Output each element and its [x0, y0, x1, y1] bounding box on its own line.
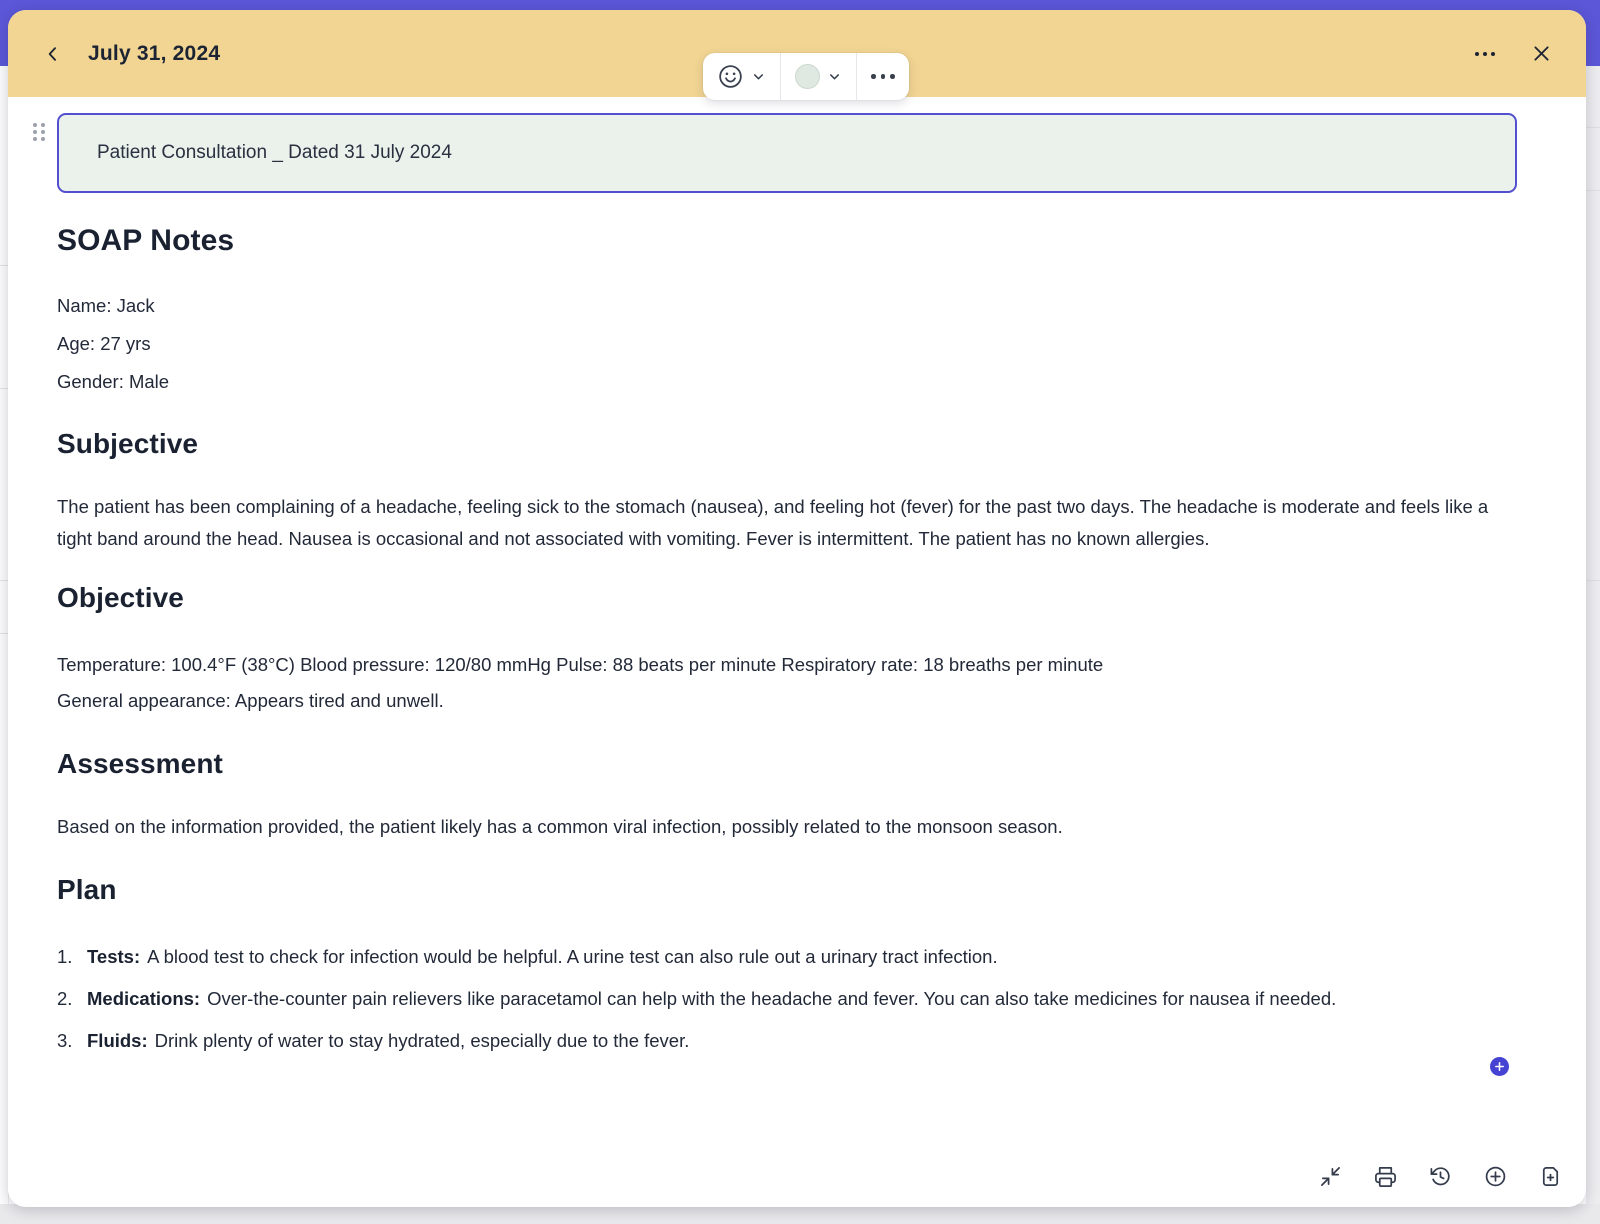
list-item-label: Medications: — [87, 988, 200, 1009]
list-item-label: Fluids: — [87, 1030, 148, 1051]
ellipsis-icon — [1475, 52, 1495, 56]
bottom-fade-overlay — [8, 1107, 1586, 1207]
emoji-picker-button[interactable] — [703, 53, 780, 100]
printer-icon — [1374, 1165, 1397, 1188]
new-page-icon — [1539, 1165, 1562, 1188]
plan-list-item: 3. Fluids: Drink plenty of water to stay … — [57, 1025, 1517, 1057]
note-toolbar — [703, 53, 909, 100]
plan-heading: Plan — [57, 873, 1517, 907]
objective-heading: Objective — [57, 581, 1517, 615]
more-options-button[interactable] — [1470, 39, 1500, 69]
ellipsis-icon — [871, 74, 895, 79]
collapse-icon — [1319, 1165, 1342, 1188]
plus-circle-icon — [1484, 1165, 1507, 1188]
collapse-button[interactable] — [1318, 1164, 1342, 1188]
close-button[interactable] — [1526, 39, 1556, 69]
daily-note-modal: July 31, 2024 — [8, 10, 1586, 1207]
list-number: 2. — [57, 983, 87, 1015]
patient-name-line: Name: Jack — [57, 287, 1517, 325]
block-drag-handle[interactable] — [33, 123, 46, 142]
list-item-text: A blood test to check for infection woul… — [147, 946, 997, 967]
plan-list-item: 1. Tests: A blood test to check for infec… — [57, 941, 1517, 973]
list-item-body: Medications: Over-the-counter pain reliev… — [87, 983, 1517, 1015]
background-right-strip — [1586, 66, 1600, 1206]
plan-list: 1. Tests: A blood test to check for infec… — [57, 941, 1517, 1057]
chevron-down-icon — [751, 69, 766, 84]
print-button[interactable] — [1373, 1164, 1397, 1188]
version-history-button[interactable] — [1428, 1164, 1452, 1188]
list-item-text: Drink plenty of water to stay hydrated, … — [155, 1030, 690, 1051]
header-actions — [1470, 39, 1556, 69]
footer-actions — [1318, 1164, 1562, 1188]
plan-list-item: 2. Medications: Over-the-counter pain rel… — [57, 983, 1517, 1015]
list-item-text: Over-the-counter pain relievers like par… — [207, 988, 1336, 1009]
callout-text: Patient Consultation _ Dated 31 July 202… — [97, 142, 452, 164]
list-item-body: Fluids: Drink plenty of water to stay hyd… — [87, 1025, 1517, 1057]
background-divider — [1586, 127, 1600, 128]
add-button[interactable] — [1483, 1164, 1507, 1188]
patient-age-line: Age: 27 yrs — [57, 325, 1517, 363]
back-button[interactable] — [38, 39, 68, 69]
list-number: 1. — [57, 941, 87, 973]
assessment-paragraph: Based on the information provided, the p… — [57, 811, 1517, 843]
subjective-paragraph: The patient has been complaining of a he… — [57, 491, 1517, 555]
chevron-left-icon — [43, 44, 63, 64]
doc-title: SOAP Notes — [57, 223, 1517, 259]
history-icon — [1429, 1165, 1452, 1188]
list-item-body: Tests: A blood test to check for infectio… — [87, 941, 1517, 973]
objective-vitals-line: Temperature: 100.4°F (38°C) Blood pressu… — [57, 647, 1517, 683]
list-number: 3. — [57, 1025, 87, 1057]
plus-icon — [1494, 1061, 1505, 1072]
chevron-down-icon — [827, 69, 842, 84]
patient-gender-line: Gender: Male — [57, 363, 1517, 401]
patient-info: Name: Jack Age: 27 yrs Gender: Male — [57, 287, 1517, 401]
callout-block[interactable]: Patient Consultation _ Dated 31 July 202… — [57, 113, 1517, 193]
smiley-face-icon — [717, 63, 744, 90]
assessment-heading: Assessment — [57, 747, 1517, 781]
note-content: Patient Consultation _ Dated 31 July 202… — [57, 113, 1517, 1067]
inline-add-button[interactable] — [1490, 1057, 1509, 1076]
color-swatch-circle-icon — [795, 64, 820, 89]
background-divider — [1586, 190, 1600, 191]
list-item-label: Tests: — [87, 946, 140, 967]
background-divider — [1586, 580, 1600, 581]
toolbar-more-button[interactable] — [856, 53, 909, 100]
modal-title: July 31, 2024 — [88, 42, 220, 66]
objective-appearance-line: General appearance: Appears tired and un… — [57, 683, 1517, 719]
subjective-heading: Subjective — [57, 427, 1517, 461]
close-icon — [1531, 43, 1552, 64]
new-page-button[interactable] — [1538, 1164, 1562, 1188]
background-bottom-strip — [0, 1204, 1600, 1224]
color-picker-button[interactable] — [780, 53, 856, 100]
